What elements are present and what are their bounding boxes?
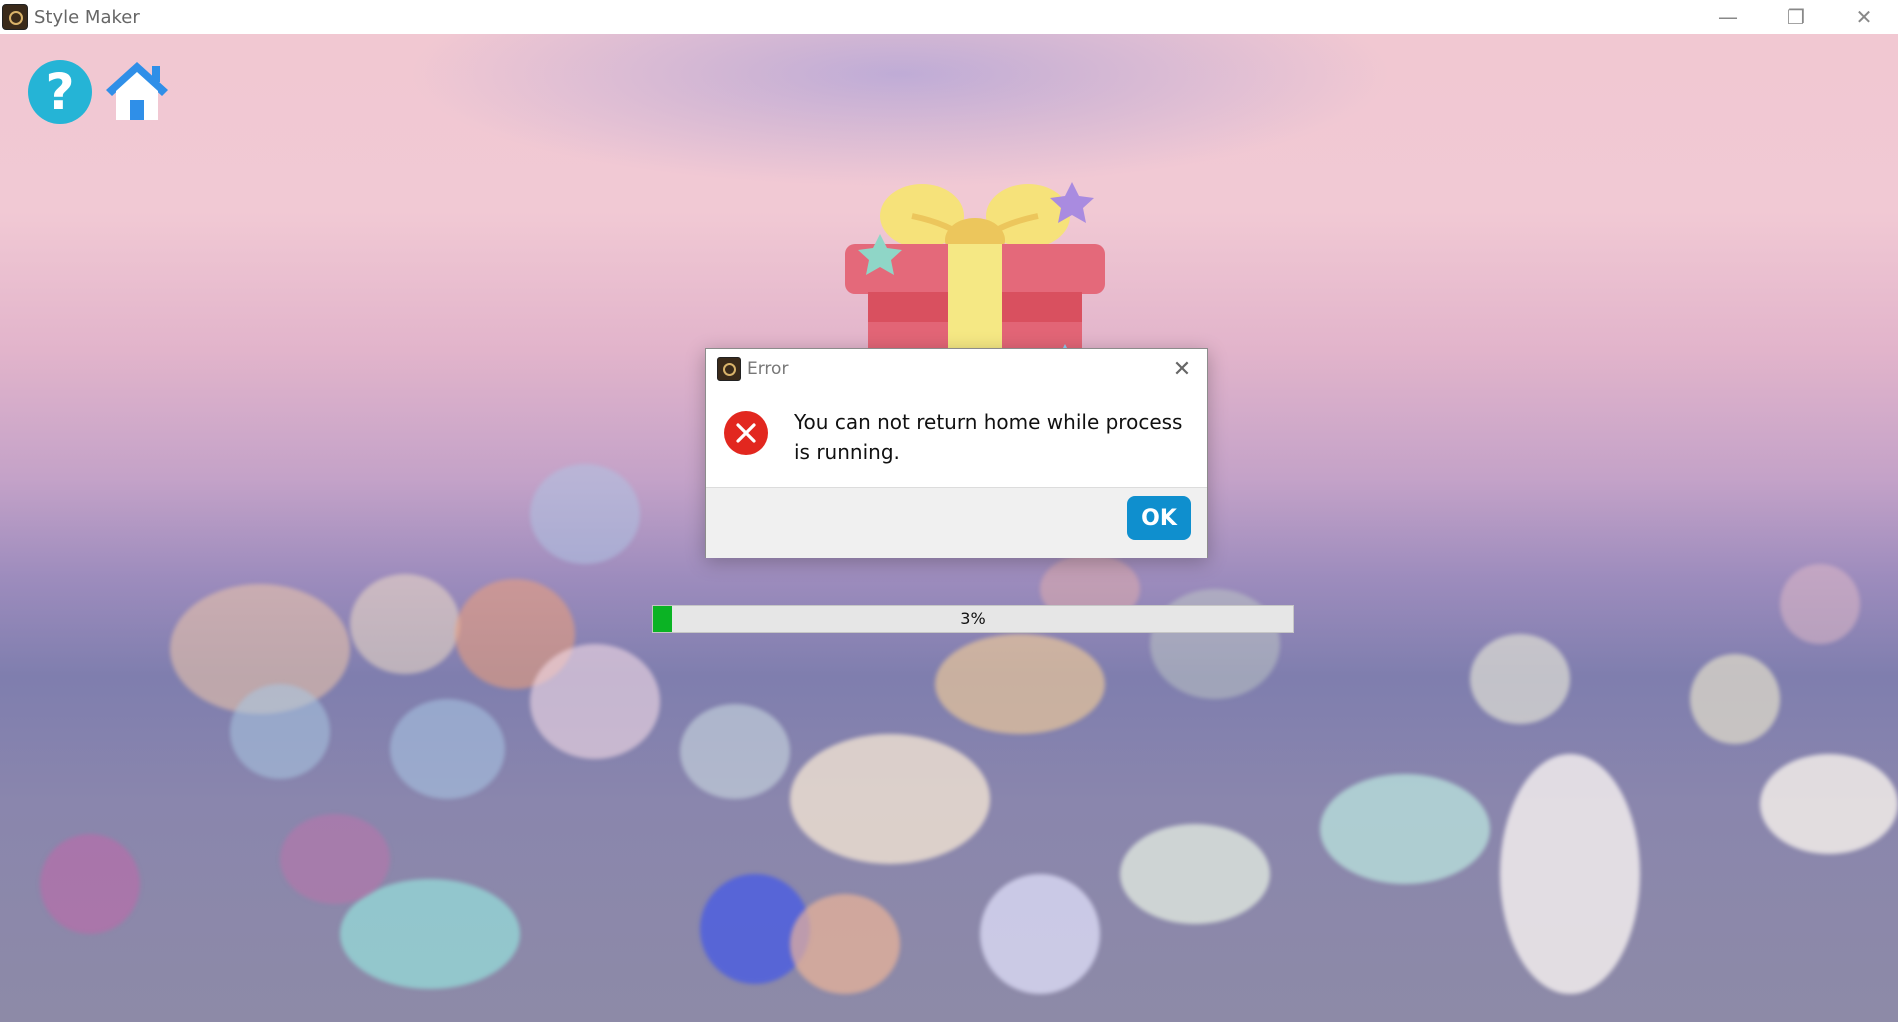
bokeh-light bbox=[680, 704, 790, 799]
bokeh-light bbox=[935, 634, 1105, 734]
error-dialog: Error ✕ You can not return home while pr… bbox=[705, 348, 1208, 558]
bokeh-light bbox=[790, 894, 900, 994]
bokeh-light bbox=[1690, 654, 1780, 744]
window-controls: — ❐ ✕ bbox=[1694, 0, 1898, 34]
bokeh-light bbox=[1500, 754, 1640, 994]
help-button[interactable]: ? bbox=[28, 60, 92, 124]
dialog-footer: OK bbox=[706, 487, 1207, 558]
bokeh-light bbox=[530, 644, 660, 759]
camera-icon bbox=[2, 4, 28, 30]
bokeh-light bbox=[40, 834, 140, 934]
help-icon: ? bbox=[45, 63, 75, 121]
bokeh-light bbox=[230, 684, 330, 779]
restore-button[interactable]: ❐ bbox=[1762, 0, 1830, 34]
bokeh-light bbox=[280, 814, 390, 904]
bokeh-light bbox=[1780, 564, 1860, 644]
bokeh-light bbox=[530, 464, 640, 564]
window-title: Style Maker bbox=[34, 6, 140, 28]
progress-label: 3% bbox=[960, 609, 986, 628]
home-icon bbox=[106, 62, 168, 120]
style-maker-window: Style Maker — ❐ ✕ ? 3% Error ✕ You can n… bbox=[0, 0, 1898, 1022]
home-button[interactable] bbox=[104, 58, 170, 124]
bokeh-light bbox=[1320, 774, 1490, 884]
ok-button[interactable]: OK bbox=[1127, 496, 1191, 540]
close-button[interactable]: ✕ bbox=[1830, 0, 1898, 34]
bokeh-light bbox=[790, 734, 990, 864]
x-mark-icon bbox=[736, 423, 756, 443]
bokeh-light bbox=[1120, 824, 1270, 924]
dialog-close-button[interactable]: ✕ bbox=[1169, 356, 1195, 382]
dialog-title: Error bbox=[747, 359, 789, 379]
title-bar: Style Maker — ❐ ✕ bbox=[0, 0, 1898, 34]
bokeh-light bbox=[350, 574, 460, 674]
minimize-button[interactable]: — bbox=[1694, 0, 1762, 34]
bokeh-light bbox=[1760, 754, 1898, 854]
dialog-message: You can not return home while process is… bbox=[794, 410, 1183, 464]
dialog-body: You can not return home while process is… bbox=[706, 389, 1207, 487]
dialog-title-bar: Error ✕ bbox=[706, 349, 1207, 389]
bokeh-light bbox=[980, 874, 1100, 994]
error-icon bbox=[724, 411, 768, 455]
bokeh-light bbox=[1470, 634, 1570, 724]
bokeh-light bbox=[390, 699, 505, 799]
progress-bar: 3% bbox=[652, 605, 1294, 633]
camera-icon bbox=[717, 357, 741, 381]
